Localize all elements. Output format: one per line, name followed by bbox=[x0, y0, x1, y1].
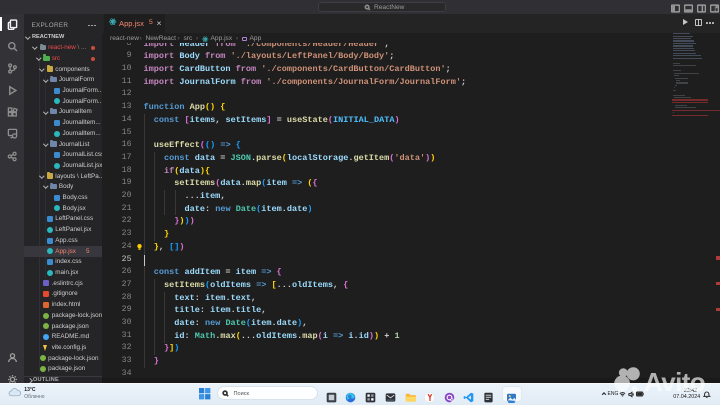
svg-text:Avito: Avito bbox=[644, 367, 705, 397]
